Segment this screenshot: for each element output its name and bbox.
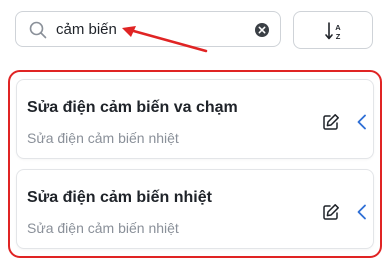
sort-glyph-a: A bbox=[335, 23, 341, 32]
search-icon bbox=[29, 21, 47, 39]
list-item[interactable]: Sửa điện cảm biến nhiệt Sửa điện cảm biế… bbox=[16, 169, 374, 249]
edit-icon[interactable] bbox=[322, 113, 340, 131]
search-input-value[interactable]: cảm biến bbox=[56, 20, 117, 40]
list-item-title: Sửa điện cảm biến va chạm bbox=[27, 99, 238, 116]
list-item-subtitle: Sửa điện cảm biến nhiệt bbox=[27, 220, 179, 236]
chevron-left-icon[interactable] bbox=[355, 204, 369, 220]
chevron-left-icon[interactable] bbox=[355, 114, 369, 130]
sort-glyph-z: Z bbox=[336, 32, 341, 41]
sort-az-icon: A Z bbox=[325, 22, 341, 41]
annotation-arrow bbox=[122, 26, 208, 53]
list-item[interactable]: Sửa điện cảm biến va chạm Sửa điện cảm b… bbox=[16, 79, 374, 159]
list-item-title: Sửa điện cảm biến nhiệt bbox=[27, 189, 212, 206]
results-highlight-frame: Sửa điện cảm biến va chạm Sửa điện cảm b… bbox=[8, 70, 382, 258]
sort-button[interactable]: A Z bbox=[293, 11, 373, 49]
clear-icon[interactable] bbox=[254, 22, 270, 38]
edit-icon[interactable] bbox=[322, 203, 340, 221]
list-item-subtitle: Sửa điện cảm biến nhiệt bbox=[27, 130, 179, 146]
